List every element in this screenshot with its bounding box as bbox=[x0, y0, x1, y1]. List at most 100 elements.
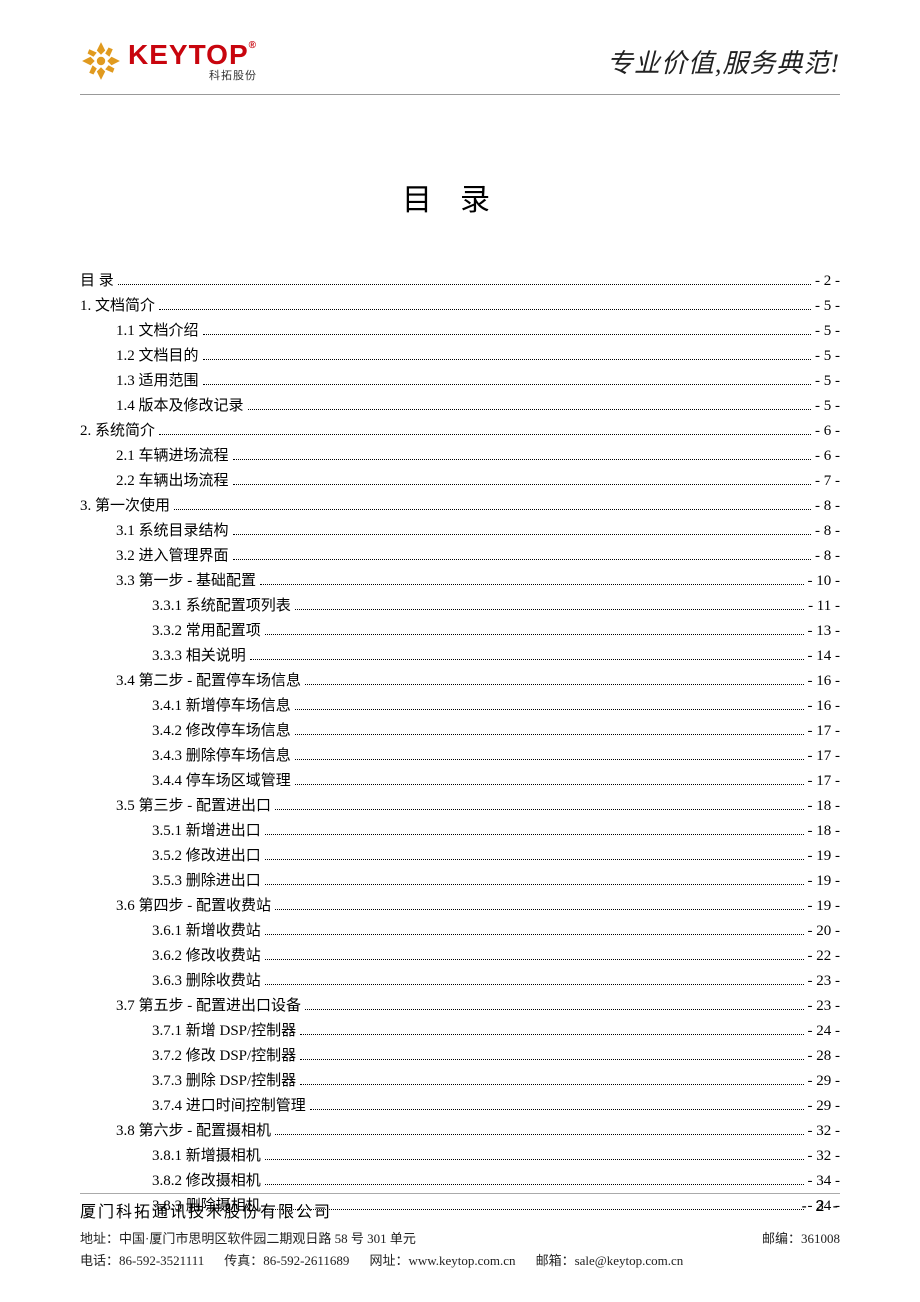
toc-entry[interactable]: 1.1 文档介绍- 5 - bbox=[80, 319, 840, 343]
toc-leader-dots bbox=[265, 1184, 804, 1185]
toc-page: - 32 - bbox=[808, 1119, 841, 1143]
toc-leader-dots bbox=[203, 359, 811, 360]
toc-label: 3.7.3 删除 DSP/控制器 bbox=[152, 1069, 296, 1093]
toc-page: - 28 - bbox=[808, 1044, 841, 1068]
toc-entry[interactable]: 3.7.4 进口时间控制管理- 29 - bbox=[80, 1094, 840, 1118]
toc-label: 2.2 车辆出场流程 bbox=[116, 469, 229, 493]
toc-page: - 16 - bbox=[808, 669, 841, 693]
toc-entry[interactable]: 3.4.3 删除停车场信息- 17 - bbox=[80, 744, 840, 768]
page-header: KEYTOP® 科拓股份 专业价值,服务典范! bbox=[80, 40, 840, 95]
toc-label: 3.7.4 进口时间控制管理 bbox=[152, 1094, 306, 1118]
toc-leader-dots bbox=[300, 1034, 803, 1035]
toc-label: 3.3.2 常用配置项 bbox=[152, 619, 261, 643]
toc-label: 3.3 第一步 - 基础配置 bbox=[116, 569, 256, 593]
toc-page: - 22 - bbox=[808, 944, 841, 968]
toc-page: - 6 - bbox=[815, 444, 840, 468]
toc-page: - 2 - bbox=[815, 269, 840, 293]
toc-label: 3.7.2 修改 DSP/控制器 bbox=[152, 1044, 296, 1068]
toc-entry[interactable]: 3.8 第六步 - 配置摄相机- 32 - bbox=[80, 1119, 840, 1143]
toc-entry[interactable]: 1.3 适用范围- 5 - bbox=[80, 369, 840, 393]
toc-page: - 11 - bbox=[808, 594, 840, 618]
toc-entry[interactable]: 3.7.2 修改 DSP/控制器 - 28 - bbox=[80, 1044, 840, 1068]
toc-entry[interactable]: 2. 系统简介- 6 - bbox=[80, 419, 840, 443]
page-title: 目录 bbox=[80, 175, 840, 219]
toc-label: 3.5.3 删除进出口 bbox=[152, 869, 261, 893]
toc-entry[interactable]: 2.1 车辆进场流程- 6 - bbox=[80, 444, 840, 468]
toc-leader-dots bbox=[300, 1059, 803, 1060]
toc-entry[interactable]: 3.7.1 新增 DSP/控制器- 24 - bbox=[80, 1019, 840, 1043]
toc-entry[interactable]: 3.4.1 新增停车场信息- 16 - bbox=[80, 694, 840, 718]
toc-entry[interactable]: 3.4 第二步 - 配置停车场信息 - 16 - bbox=[80, 669, 840, 693]
toc-label: 3.4 第二步 - 配置停车场信息 bbox=[116, 669, 301, 693]
toc-label: 1.2 文档目的 bbox=[116, 344, 199, 368]
logo-icon bbox=[80, 40, 122, 82]
toc-label: 目 录 bbox=[80, 269, 114, 293]
toc-page: - 8 - bbox=[815, 494, 840, 518]
toc-page: - 7 - bbox=[815, 469, 840, 493]
toc-entry[interactable]: 3.2 进入管理界面 - 8 - bbox=[80, 544, 840, 568]
toc-page: - 19 - bbox=[808, 844, 841, 868]
toc-entry[interactable]: 3.3 第一步 - 基础配置- 10 - bbox=[80, 569, 840, 593]
toc-entry[interactable]: 3.6 第四步 - 配置收费站- 19 - bbox=[80, 894, 840, 918]
toc-leader-dots bbox=[118, 284, 811, 285]
toc-label: 3.5.2 修改进出口 bbox=[152, 844, 261, 868]
toc-label: 3.7.1 新增 DSP/控制器 bbox=[152, 1019, 296, 1043]
toc-page: - 5 - bbox=[815, 344, 840, 368]
toc-leader-dots bbox=[295, 734, 804, 735]
footer-contact-row: 电话：86-592-3521111 传真：86-592-2611689 网址：w… bbox=[80, 1250, 840, 1269]
toc-entry[interactable]: 3.1 系统目录结构- 8 - bbox=[80, 519, 840, 543]
footer-email: 邮箱：sale@keytop.com.cn bbox=[536, 1250, 684, 1269]
toc-entry[interactable]: 3. 第一次使用- 8 - bbox=[80, 494, 840, 518]
toc-leader-dots bbox=[265, 1159, 804, 1160]
toc-entry[interactable]: 3.5.2 修改进出口 - 19 - bbox=[80, 844, 840, 868]
toc-entry[interactable]: 3.7 第五步 - 配置进出口设备- 23 - bbox=[80, 994, 840, 1018]
logo: KEYTOP® 科拓股份 bbox=[80, 40, 257, 82]
toc-leader-dots bbox=[233, 534, 811, 535]
toc-label: 3.2 进入管理界面 bbox=[116, 544, 229, 568]
toc-entry[interactable]: 3.6.1 新增收费站- 20 - bbox=[80, 919, 840, 943]
toc-entry[interactable]: 3.3.3 相关说明- 14 - bbox=[80, 644, 840, 668]
toc-entry[interactable]: 3.8.1 新增摄相机- 32 - bbox=[80, 1144, 840, 1168]
toc-leader-dots bbox=[265, 984, 804, 985]
footer-web: 网址：www.keytop.com.cn bbox=[369, 1250, 515, 1269]
toc-label: 3.5 第三步 - 配置进出口 bbox=[116, 794, 271, 818]
toc-page: - 5 - bbox=[815, 394, 840, 418]
toc-entry[interactable]: 3.4.2 修改停车场信息- 17 - bbox=[80, 719, 840, 743]
toc-entry[interactable]: 3.6.3 删除收费站 - 23 - bbox=[80, 969, 840, 993]
logo-sub-text: 科拓股份 bbox=[209, 71, 257, 82]
toc-page: - 32 - bbox=[808, 1144, 841, 1168]
toc-entry[interactable]: 3.5.1 新增进出口- 18 - bbox=[80, 819, 840, 843]
toc-page: - 5 - bbox=[815, 294, 840, 318]
toc-label: 3.6.3 删除收费站 bbox=[152, 969, 261, 993]
footer-company: 厦门科拓通讯技术股份有限公司 bbox=[80, 1198, 332, 1222]
toc-leader-dots bbox=[295, 784, 804, 785]
toc-entry[interactable]: 2.2 车辆出场流程 - 7 - bbox=[80, 469, 840, 493]
toc-leader-dots bbox=[265, 934, 804, 935]
toc-leader-dots bbox=[159, 434, 811, 435]
toc-label: 3.4.2 修改停车场信息 bbox=[152, 719, 291, 743]
toc-entry[interactable]: 目 录 - 2 - bbox=[80, 269, 840, 293]
toc-entry[interactable]: 3.5 第三步 - 配置进出口- 18 - bbox=[80, 794, 840, 818]
toc-entry[interactable]: 1.2 文档目的 - 5 - bbox=[80, 344, 840, 368]
toc-leader-dots bbox=[159, 309, 811, 310]
logo-main-text: KEYTOP® bbox=[128, 41, 257, 69]
toc-entry[interactable]: 3.7.3 删除 DSP/控制器 - 29 - bbox=[80, 1069, 840, 1093]
toc-entry[interactable]: 3.4.4 停车场区域管理- 17 - bbox=[80, 769, 840, 793]
toc-entry[interactable]: 3.8.2 修改摄相机- 34 - bbox=[80, 1169, 840, 1193]
toc-leader-dots bbox=[305, 684, 804, 685]
toc-page: - 20 - bbox=[808, 919, 841, 943]
toc-entry[interactable]: 3.5.3 删除进出口- 19 - bbox=[80, 869, 840, 893]
toc-page: - 8 - bbox=[815, 519, 840, 543]
toc-entry[interactable]: 3.3.2 常用配置项- 13 - bbox=[80, 619, 840, 643]
toc-label: 1.3 适用范围 bbox=[116, 369, 199, 393]
footer-postcode: 邮编：361008 bbox=[762, 1228, 840, 1247]
toc-entry[interactable]: 3.6.2 修改收费站- 22 - bbox=[80, 944, 840, 968]
toc-page: - 8 - bbox=[815, 544, 840, 568]
footer-address: 地址：中国·厦门市思明区软件园二期观日路 58 号 301 单元 bbox=[80, 1228, 416, 1247]
toc-page: - 23 - bbox=[808, 969, 841, 993]
table-of-contents: 目 录 - 2 -1. 文档简介- 5 -1.1 文档介绍- 5 -1.2 文档目… bbox=[80, 269, 840, 1218]
toc-page: - 29 - bbox=[808, 1069, 841, 1093]
toc-entry[interactable]: 3.3.1 系统配置项列表- 11 - bbox=[80, 594, 840, 618]
toc-entry[interactable]: 1. 文档简介- 5 - bbox=[80, 294, 840, 318]
toc-entry[interactable]: 1.4 版本及修改记录- 5 - bbox=[80, 394, 840, 418]
